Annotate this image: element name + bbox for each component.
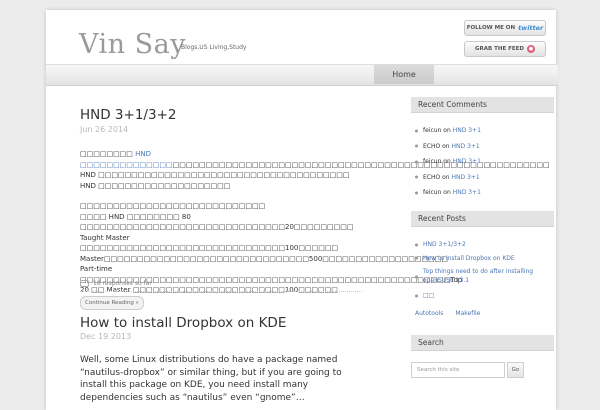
- responses-label: 18 responses so far: [93, 280, 152, 287]
- recent-posts-heading: Recent Posts: [411, 211, 554, 227]
- post-excerpt-paragraph: □□□□□□□□ HND □□□□□□□□□□□□□□□□□□□□□□□□□□□…: [80, 149, 550, 191]
- tag-list: Autotools Makefile: [415, 310, 480, 317]
- recent-comments-heading: Recent Comments: [411, 97, 554, 113]
- post-excerpt-paragraph: Well, some Linux distributions do have a…: [80, 355, 342, 403]
- post-title[interactable]: HND 3+1/3+2: [80, 107, 176, 123]
- follow-twitter-button[interactable]: FOLLOW ME ON twitter: [464, 20, 546, 36]
- recent-post-link[interactable]: How to install Dropbox on KDE: [411, 252, 554, 266]
- nav-item-home[interactable]: Home: [374, 64, 434, 84]
- comment-post-link[interactable]: HND 3+1: [452, 174, 480, 181]
- comment-post-link[interactable]: HND 3+1: [453, 127, 481, 134]
- list-item: ECHO on HND 3+1: [411, 139, 554, 155]
- post-excerpt-paragraph: □□□□□□□□□□□□□□□□□□□□□□□□□□□□ □□□□ HND □□□…: [80, 201, 462, 310]
- excerpt-heading-line: □□□□□□□□□□□□□□□□□□□□□□□□□□□□: [80, 202, 266, 210]
- follow-label: FOLLOW ME ON: [466, 25, 516, 31]
- recent-comments-list: feicun on HND 3+1 ECHO on HND 3+1 feicun…: [411, 123, 554, 201]
- post-divider: [80, 291, 362, 292]
- list-item: feicun on HND 3+1: [411, 123, 554, 139]
- rss-feed-button[interactable]: GRAB THE FEED ●: [464, 41, 546, 57]
- comment-bubble-icon: [80, 280, 89, 287]
- excerpt-text: □□□□□□□□: [80, 150, 136, 158]
- feed-label: GRAB THE FEED: [475, 46, 524, 52]
- post-comments-count[interactable]: 18 responses so far: [80, 280, 152, 287]
- recent-posts-list: HND 3+1/3+2 How to install Dropbox on KD…: [411, 238, 554, 303]
- list-item: feicun on HND 3+1: [411, 154, 554, 170]
- search-heading: Search: [411, 335, 554, 351]
- tag-link[interactable]: Autotools: [415, 310, 443, 317]
- comment-post-link[interactable]: HND 3+1: [453, 189, 481, 196]
- post-date: Dec 19 2013: [80, 332, 132, 341]
- search-input[interactable]: Search this site: [411, 362, 505, 378]
- rss-icon: ●: [526, 45, 535, 53]
- recent-post-link[interactable]: HND 3+1/3+2: [411, 238, 554, 252]
- recent-post-link[interactable]: □□: [411, 289, 554, 303]
- site-description: Blogs,US Living,Study: [181, 44, 247, 51]
- list-item: feicun on HND 3+1: [411, 185, 554, 201]
- list-item: ECHO on HND 3+1: [411, 170, 554, 186]
- comment-post-link[interactable]: HND 3+1: [453, 158, 481, 165]
- recent-post-link[interactable]: Top things need to do after installing o…: [411, 265, 554, 289]
- continue-reading-button[interactable]: Continue Reading »: [80, 295, 144, 310]
- main-navigation: [46, 64, 558, 86]
- post-date: Jun 26 2014: [80, 125, 129, 134]
- post-title[interactable]: How to install Dropbox on KDE: [80, 315, 286, 331]
- twitter-icon: twitter: [518, 24, 544, 32]
- search-go-button[interactable]: Go: [507, 362, 524, 378]
- tag-link[interactable]: Makefile: [455, 310, 480, 317]
- comment-post-link[interactable]: HND 3+1: [452, 143, 480, 150]
- site-title[interactable]: Vin Say: [79, 29, 186, 60]
